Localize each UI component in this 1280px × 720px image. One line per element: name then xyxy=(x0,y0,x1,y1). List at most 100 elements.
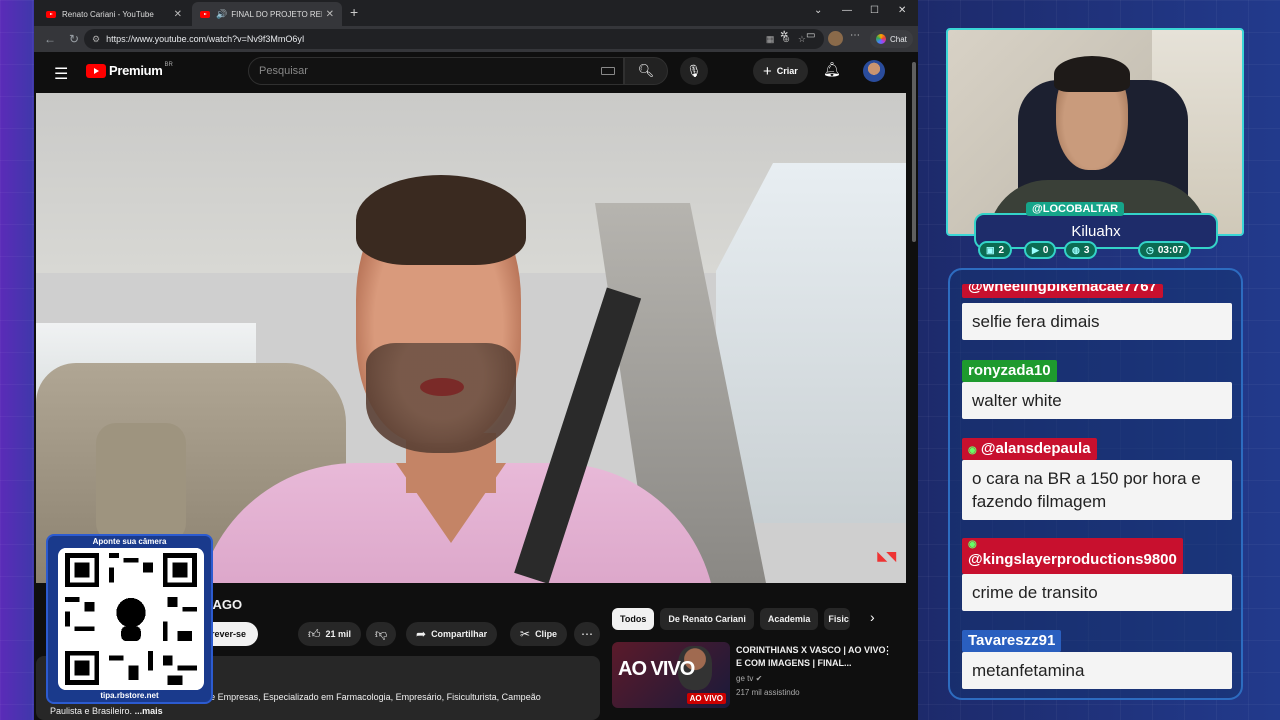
more-actions-button[interactable]: ⋯ xyxy=(574,622,600,646)
twitch-count: 2 xyxy=(998,244,1005,256)
search-icon: 🔍︎ xyxy=(637,63,655,78)
chat-label: Chat xyxy=(890,34,907,44)
verified-icon: ✔ xyxy=(755,674,763,683)
close-tab-icon[interactable]: ✕ xyxy=(326,9,334,20)
tab-label: Renato Cariani - YouTube xyxy=(62,9,154,19)
voice-search-button[interactable]: 🎙︎ xyxy=(680,57,708,85)
video-frame-window-right xyxy=(716,163,906,523)
chip-from-channel[interactable]: De Renato Cariani xyxy=(660,608,754,630)
url-field[interactable]: ⚙ https://www.youtube.com/watch?v=Nv9f3M… xyxy=(84,29,824,49)
chat-text: selfie fera dimais xyxy=(962,303,1232,340)
video-player[interactable]: ◣◥ xyxy=(36,93,906,583)
chat-text: o cara na BR a 150 por hora e fazendo fi… xyxy=(962,460,1232,520)
close-tab-icon[interactable]: ✕ xyxy=(174,9,182,20)
chat-message: @wheelingbikemacae7767 selfie fera dimai… xyxy=(962,284,1232,340)
recommended-thumbnail[interactable]: AO VIVO AO VIVO xyxy=(612,642,730,708)
more-dots-icon: ⋯ xyxy=(581,627,593,641)
create-button[interactable]: + Criar xyxy=(753,58,808,84)
person-beard xyxy=(366,343,516,453)
address-bar-row: ← ↻ ⚙ https://www.youtube.com/watch?v=Nv… xyxy=(34,26,918,52)
new-tab-button[interactable]: + xyxy=(350,4,358,20)
reload-icon[interactable]: ↻ xyxy=(66,32,82,46)
youtube-header: ☰ Premium BR Pesquisar 🔍︎ 🎙︎ + Criar 🔔︎ xyxy=(34,52,910,92)
notifications-bell-icon[interactable]: 🔔︎ xyxy=(823,61,841,78)
share-label: Compartilhar xyxy=(431,629,488,639)
chat-username: ronyzada10 xyxy=(962,360,1057,382)
qr-code-overlay: Aponte sua câmera tipa.rbstore.net xyxy=(46,534,213,704)
keyboard-icon[interactable] xyxy=(601,67,615,75)
scrollbar-thumb[interactable] xyxy=(912,62,916,242)
chevron-right-icon[interactable]: › xyxy=(870,609,875,625)
video-watermark-icon: ◣◥ xyxy=(877,549,896,563)
recommended-title[interactable]: CORINTHIANS X VASCO | AO VIVO E COM IMAG… xyxy=(736,644,886,670)
hamburger-menu-icon[interactable]: ☰ xyxy=(54,64,68,84)
like-button[interactable]: 👍︎ 21 mil xyxy=(298,622,362,646)
back-icon[interactable]: ← xyxy=(42,32,58,46)
tab-strip: Renato Cariani - YouTube ✕ 🔊 FINAL DO PR… xyxy=(34,0,918,26)
tab-final-projeto[interactable]: 🔊 FINAL DO PROJETO RELÂMPAGO ✕ xyxy=(192,2,342,26)
recommended-channel[interactable]: ge tv ✔ xyxy=(736,674,762,683)
youtube-count-badge: ▶ 0 xyxy=(1024,241,1057,259)
dislike-button[interactable]: 👎︎ xyxy=(366,622,397,646)
share-button[interactable]: ➦ Compartilhar xyxy=(406,622,498,646)
chip-academia[interactable]: Academia xyxy=(759,608,819,630)
minimize-button[interactable]: — xyxy=(842,5,852,16)
description-more-link[interactable]: ...mais xyxy=(135,706,163,716)
logo-text: Premium xyxy=(109,63,163,78)
youtube-play-icon xyxy=(86,63,106,78)
microphone-icon: 🎙︎ xyxy=(686,64,702,78)
tab-search-icon[interactable]: ⌄ xyxy=(814,5,822,16)
qr-bottom-text: tipa.rbstore.net xyxy=(100,691,159,700)
viewer-name: Kiluahx xyxy=(1071,223,1121,240)
search-input[interactable]: Pesquisar xyxy=(248,57,624,85)
close-window-button[interactable]: ✕ xyxy=(898,5,906,16)
create-label: Criar xyxy=(776,66,798,76)
clip-button[interactable]: ✂ Clipe xyxy=(510,622,568,646)
person-hair xyxy=(356,175,526,265)
chat-message: ronyzada10 walter white xyxy=(962,360,1232,419)
chat-text: walter white xyxy=(962,382,1232,419)
recommended-video[interactable]: AO VIVO AO VIVO CORINTHIANS X VASCO | AO… xyxy=(612,642,902,710)
menu-icon[interactable]: ⋯ xyxy=(850,30,860,41)
more-vert-icon[interactable]: ⋮ xyxy=(882,644,893,657)
copilot-icon xyxy=(876,34,886,44)
search-placeholder: Pesquisar xyxy=(259,65,308,77)
maximize-button[interactable]: ☐ xyxy=(870,5,879,16)
chat-message: ◉ @kingslayerproductions9800 crime de tra… xyxy=(962,538,1232,611)
chat-username: ◉ @kingslayerproductions9800 xyxy=(962,538,1183,574)
youtube-badge-icon: ◉ xyxy=(968,445,977,456)
user-avatar[interactable] xyxy=(863,60,885,82)
thumbs-down-icon: 👎︎ xyxy=(375,626,388,641)
chat-button[interactable]: Chat xyxy=(870,30,913,48)
clip-label: Clipe xyxy=(535,629,558,639)
chat-username: Tavareszz91 xyxy=(962,630,1062,652)
url-text: https://www.youtube.com/watch?v=Nv9f3MmO… xyxy=(106,34,305,44)
site-info-icon[interactable]: ⚙ xyxy=(92,34,100,45)
search-button[interactable]: 🔍︎ xyxy=(624,57,668,85)
share-icon: ➦ xyxy=(416,627,427,641)
audio-playing-icon[interactable]: 🔊 xyxy=(216,9,227,20)
chat-overlay: @wheelingbikemacae7767 selfie fera dimai… xyxy=(948,268,1243,700)
person-mouth xyxy=(420,378,464,396)
profile-avatar[interactable] xyxy=(828,31,843,46)
downloads-icon[interactable]: ▭ xyxy=(806,30,815,41)
thumbnail-text: AO VIVO xyxy=(618,658,695,680)
youtube-icon: ▶ xyxy=(1032,244,1039,255)
chip-all[interactable]: Todos xyxy=(612,608,655,630)
page-scrollbar[interactable] xyxy=(910,52,918,720)
chat-username: @wheelingbikemacae7767 xyxy=(962,284,1163,298)
extensions-icon[interactable]: ✲ xyxy=(780,30,788,41)
youtube-favicon-icon xyxy=(46,10,56,18)
cam-hair xyxy=(1054,56,1130,92)
chat-message: Tavareszz91 metanfetamina xyxy=(962,630,1232,689)
chip-fisic[interactable]: Fisic xyxy=(824,608,851,630)
tab-renato-cariani[interactable]: Renato Cariani - YouTube ✕ xyxy=(38,2,190,26)
stream-timer-badge: ◷ 03:07 xyxy=(1138,241,1192,259)
qr-code-image xyxy=(58,548,204,690)
chat-username-text: @alansdepaula xyxy=(980,440,1091,457)
kick-icon: ◍ xyxy=(1072,244,1080,255)
youtube-logo[interactable]: Premium BR xyxy=(86,62,173,78)
stream-time: 03:07 xyxy=(1157,244,1184,256)
twitch-icon: ▣ xyxy=(986,244,995,255)
chat-username-text: @kingslayerproductions9800 xyxy=(968,551,1177,568)
